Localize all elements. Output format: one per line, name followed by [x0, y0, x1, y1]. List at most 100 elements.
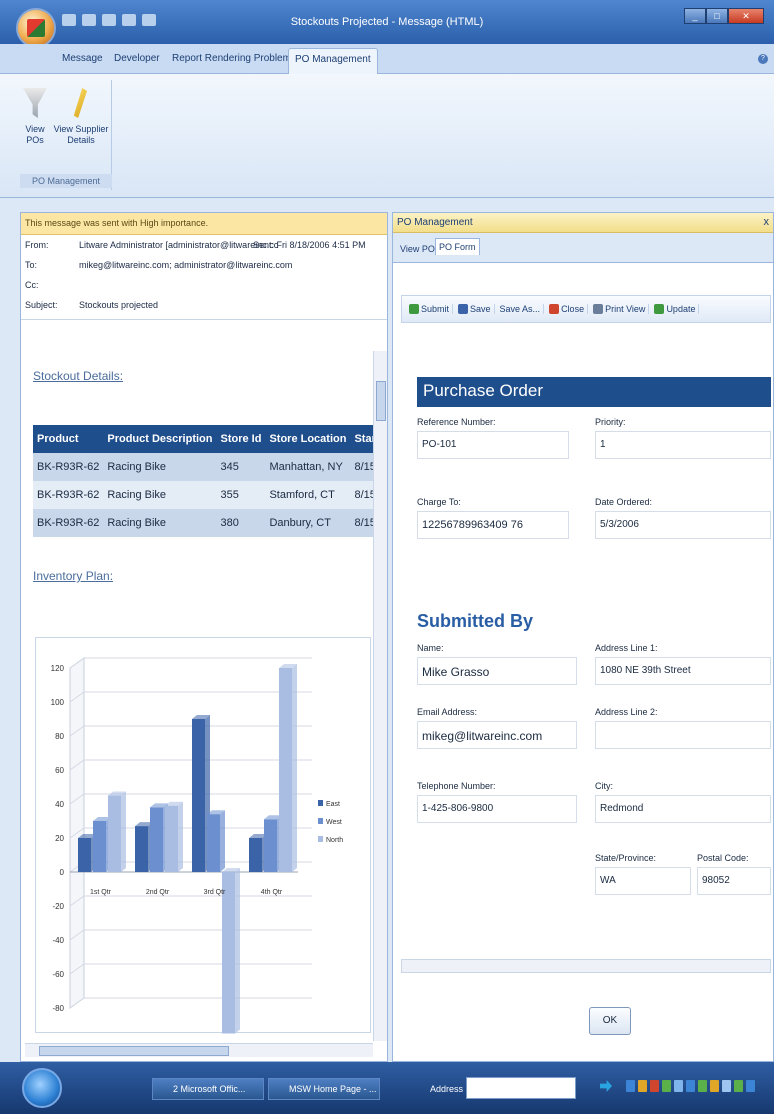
tab-developer[interactable]: Developer	[114, 53, 160, 64]
horizontal-scrollbar[interactable]	[25, 1043, 373, 1057]
sent-label: Sent:	[253, 240, 275, 250]
close-label: Close	[561, 304, 585, 314]
tray-icon[interactable]	[710, 1080, 719, 1092]
bar	[165, 805, 178, 872]
table-cell: BK-R93R-62	[33, 509, 104, 537]
submit-icon	[409, 304, 419, 314]
outlook-message-window: Stockouts Projected - Message (HTML) _ □…	[0, 0, 774, 1062]
tab-po-form[interactable]: PO Form	[435, 238, 480, 255]
tray-icon[interactable]	[638, 1080, 647, 1092]
tray-icon[interactable]	[662, 1080, 671, 1092]
update-button[interactable]: Update	[651, 304, 700, 314]
print-view-button[interactable]: Print View	[590, 304, 650, 314]
x-tick-label: 4th Qtr	[261, 889, 283, 896]
ribbon-group-label: PO Management	[20, 174, 112, 188]
cc-row: Cc:	[21, 275, 387, 295]
bar-side	[235, 868, 240, 1034]
tray-icon[interactable]	[734, 1080, 743, 1092]
tray-icon[interactable]	[722, 1080, 731, 1092]
inventory-chart-svg: 120 100 80 60 40 20 0 -20 -40 -60 -80 1st Qtr 2nd Qt…	[51, 657, 343, 1034]
close-button[interactable]: ✕	[728, 8, 764, 24]
telephone-field[interactable]: 1-425-806-9800	[417, 795, 577, 823]
pane-close-icon[interactable]: x	[764, 216, 770, 228]
submit-label: Submit	[421, 304, 450, 314]
bar	[150, 807, 163, 872]
view-pos-label-2: POs	[26, 135, 44, 145]
save-button[interactable]: Save	[455, 304, 495, 314]
column-header: Product	[33, 425, 104, 453]
from-label: From:	[25, 240, 49, 250]
address-input[interactable]	[466, 1077, 576, 1099]
help-icon[interactable]: ?	[758, 54, 768, 64]
funnel-icon	[23, 88, 47, 118]
view-supplier-details-button[interactable]: View Supplier Details	[50, 80, 112, 146]
maximize-button[interactable]: □	[706, 8, 728, 24]
table-cell: BK-R93R-62	[33, 453, 104, 481]
charge-to-field[interactable]: 12256789963409 76	[417, 511, 569, 539]
table-row: BK-R93R-62 Racing Bike 345 Manhattan, NY…	[33, 453, 373, 481]
tab-message[interactable]: Message	[62, 53, 103, 64]
view-pos-button[interactable]: View POs	[20, 80, 50, 146]
reference-field[interactable]: PO-101	[417, 431, 569, 459]
legend-swatch	[318, 818, 323, 824]
message-reading-pane: This message was sent with High importan…	[20, 212, 388, 1062]
start-button[interactable]	[22, 1068, 62, 1108]
tab-report-rendering-problem[interactable]: Report Rendering Problem	[172, 53, 291, 64]
tray-icon[interactable]	[674, 1080, 683, 1092]
po-form: Purchase Order Reference Number: PO-101 …	[401, 331, 771, 981]
state-field[interactable]: WA	[595, 867, 691, 895]
minimize-button[interactable]: _	[684, 8, 706, 24]
go-arrow-icon[interactable]	[600, 1080, 612, 1092]
bar-side	[220, 810, 225, 872]
pane-tabs: View POs PO Form	[393, 233, 773, 263]
tab-po-management[interactable]: PO Management	[288, 48, 378, 75]
submit-button[interactable]: Submit	[406, 304, 454, 314]
scroll-thumb[interactable]	[39, 1046, 229, 1056]
postal-code-label: Postal Code:	[697, 853, 749, 863]
table-cell: Racing Bike	[103, 453, 217, 481]
form-toolbar: Submit Save Save As... Close Print View …	[401, 295, 771, 323]
purchase-order-title: Purchase Order	[417, 377, 771, 407]
tray-icon[interactable]	[698, 1080, 707, 1092]
table-cell: BK-R93R-62	[33, 481, 104, 509]
from-value[interactable]: Litware Administrator [administrator@lit…	[79, 240, 278, 250]
name-label: Name:	[417, 643, 444, 653]
cc-label: Cc:	[25, 280, 39, 290]
save-as-label: Save As...	[499, 304, 541, 314]
save-as-button[interactable]: Save As...	[497, 304, 545, 314]
legend-swatch	[318, 800, 323, 806]
name-field[interactable]: Mike Grasso	[417, 657, 577, 685]
stockout-details-heading: Stockout Details:	[33, 369, 124, 383]
address-line-2-field[interactable]	[595, 721, 771, 749]
postal-code-field[interactable]: 98052	[697, 867, 771, 895]
window-title: Stockouts Projected - Message (HTML)	[290, 16, 484, 28]
scroll-thumb[interactable]	[376, 381, 386, 421]
table-header-row: Product Product Description Store Id Sto…	[33, 425, 373, 453]
column-header: Store Id	[216, 425, 266, 453]
table-cell: Manhattan, NY	[265, 453, 351, 481]
date-ordered-field[interactable]: 5/3/2006	[595, 511, 771, 539]
to-value[interactable]: mikeg@litwareinc.com; administrator@litw…	[79, 260, 292, 270]
taskbar-button-msw-home[interactable]: MSW Home Page - ...	[268, 1078, 380, 1100]
subject-label: Subject:	[25, 300, 58, 310]
taskbar-button-office[interactable]: 2 Microsoft Offic...	[152, 1078, 264, 1100]
city-field[interactable]: Redmond	[595, 795, 771, 823]
priority-field[interactable]: 1	[595, 431, 771, 459]
ok-button[interactable]: OK	[589, 1007, 631, 1035]
tray-icon[interactable]	[686, 1080, 695, 1092]
email-field[interactable]: mikeg@litwareinc.com	[417, 721, 577, 749]
tray-icon[interactable]	[626, 1080, 635, 1092]
importance-infobar[interactable]: This message was sent with High importan…	[21, 213, 387, 235]
vertical-scrollbar[interactable]	[373, 351, 387, 1041]
tray-icon[interactable]	[746, 1080, 755, 1092]
tray-icon[interactable]	[650, 1080, 659, 1092]
address-line-1-label: Address Line 1:	[595, 643, 658, 653]
bar	[222, 872, 235, 1034]
office-button[interactable]	[16, 8, 56, 48]
address-line-1-field[interactable]: 1080 NE 39th Street	[595, 657, 771, 685]
header-separator	[21, 319, 387, 320]
ribbon: View POs View Supplier Details PO Manage…	[0, 74, 774, 198]
form-horizontal-scrollbar[interactable]	[401, 959, 771, 973]
table-row: BK-R93R-62 Racing Bike 380 Danbury, CT 8…	[33, 509, 373, 537]
close-form-button[interactable]: Close	[546, 304, 589, 314]
